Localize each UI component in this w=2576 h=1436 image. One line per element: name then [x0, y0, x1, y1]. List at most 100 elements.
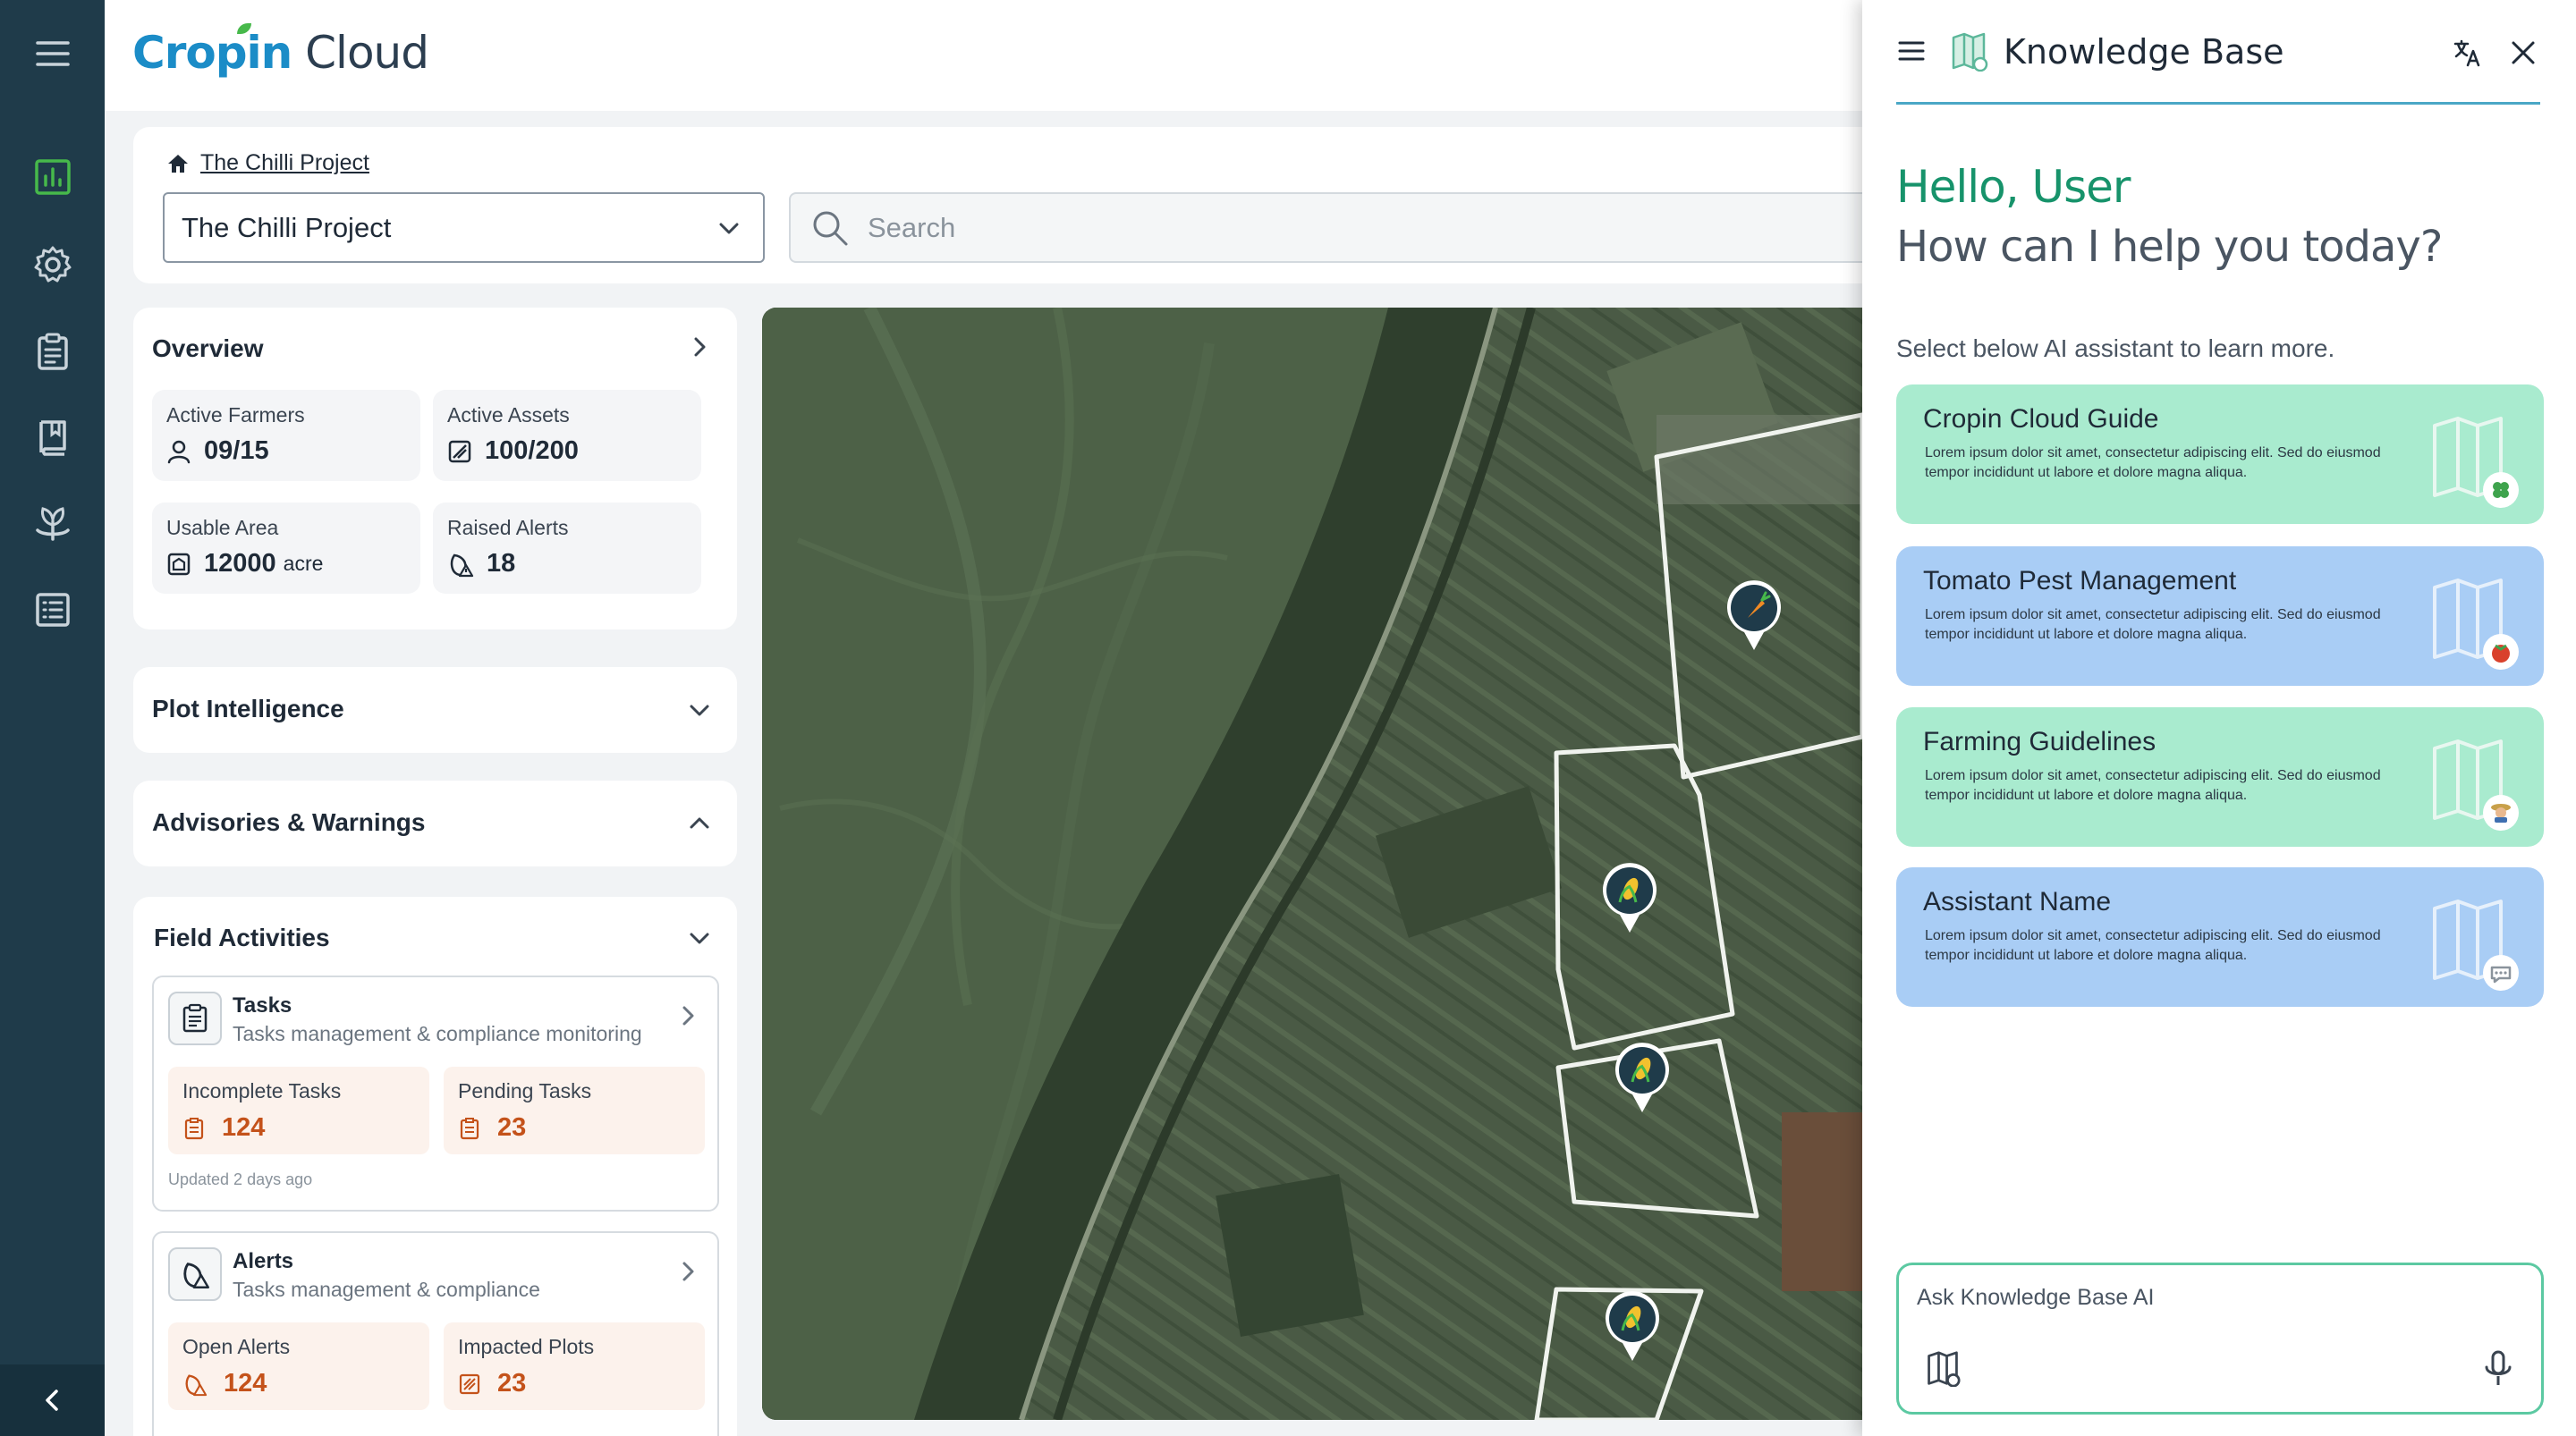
updated-timestamp: Updated 2 days ago: [168, 1170, 313, 1188]
project-select[interactable]: The Chilli Project: [163, 192, 765, 263]
stat-active-assets[interactable]: Active Assets 100/200: [433, 390, 701, 481]
chevron-right-icon: [682, 1262, 694, 1281]
alerts-activity-card[interactable]: Alerts Tasks management & compliance Ope…: [152, 1231, 719, 1436]
kb-close-button[interactable]: [2508, 38, 2538, 68]
nav-knowledge[interactable]: [0, 397, 105, 477]
stat-usable-area[interactable]: Usable Area 12000 acre: [152, 503, 420, 594]
tasks-activity-card[interactable]: Tasks Tasks management & compliance moni…: [152, 976, 719, 1212]
activity-title: Alerts: [233, 1249, 294, 1273]
field-activities-toggle[interactable]: [682, 920, 717, 956]
activity-subtitle: Tasks management & compliance: [233, 1278, 540, 1301]
nav-settings[interactable]: [0, 224, 105, 305]
kb-select-hint: Select below AI assistant to learn more.: [1896, 334, 2335, 362]
metric-value: 23: [497, 1113, 527, 1142]
field-activities-title: Field Activities: [154, 924, 330, 951]
activity-title: Tasks: [233, 993, 292, 1018]
map-marker-corn[interactable]: [1603, 1289, 1662, 1363]
assistant-card-cropin-guide[interactable]: Cropin Cloud Guide Lorem ipsum dolor sit…: [1896, 384, 2544, 524]
assistant-card-farming-guidelines[interactable]: Farming Guidelines Lorem ipsum dolor sit…: [1896, 707, 2544, 847]
project-select-value: The Chilli Project: [182, 211, 392, 243]
stat-value: 18: [487, 549, 516, 578]
metric-incomplete-tasks[interactable]: Incomplete Tasks 124: [168, 1067, 429, 1154]
hamburger-menu-icon: [1898, 41, 1925, 61]
assistant-description: Lorem ipsum dolor sit amet, consectetur …: [1925, 607, 2381, 642]
metric-impacted-plots[interactable]: Impacted Plots 23: [444, 1322, 705, 1410]
kb-source-button[interactable]: [1924, 1351, 1962, 1387]
search-input[interactable]: [868, 211, 1673, 244]
translate-icon: [2453, 39, 2480, 67]
microphone-icon: [2485, 1350, 2512, 1385]
area-icon: [167, 553, 191, 575]
nav-tasks[interactable]: [0, 311, 105, 392]
metric-label: Impacted Plots: [458, 1335, 595, 1358]
search-icon: [813, 211, 848, 245]
stat-raised-alerts[interactable]: Raised Alerts 18: [433, 503, 701, 594]
nav-crops[interactable]: [0, 484, 105, 564]
advisories-title: Advisories & Warnings: [152, 808, 426, 836]
map-marker-corn[interactable]: [1613, 1041, 1672, 1114]
translate-button[interactable]: [2453, 38, 2483, 68]
plot-icon: [459, 1373, 480, 1394]
plot-intelligence-card[interactable]: Plot Intelligence: [133, 667, 737, 753]
assistant-name: Farming Guidelines: [1923, 727, 2157, 756]
assistant-book: [2428, 413, 2521, 511]
stat-label: Active Assets: [447, 403, 570, 427]
search-bar[interactable]: [789, 192, 1862, 263]
metric-open-alerts[interactable]: Open Alerts 124: [168, 1322, 429, 1410]
assistant-card-generic[interactable]: Assistant Name Lorem ipsum dolor sit ame…: [1896, 867, 2544, 1007]
dashboard-chart-icon: [34, 159, 71, 195]
close-icon: [2512, 41, 2535, 64]
stat-label: Usable Area: [166, 516, 279, 539]
kb-greeting: Hello, User: [1896, 161, 2131, 213]
breadcrumb-link[interactable]: The Chilli Project: [200, 150, 369, 176]
stat-unit: acre: [283, 552, 324, 575]
stat-value: 12000: [204, 549, 276, 578]
alerts-open-button[interactable]: [676, 1260, 699, 1283]
plot-intelligence-toggle[interactable]: [682, 692, 717, 728]
metric-value: 23: [497, 1369, 527, 1398]
advisories-toggle[interactable]: [682, 806, 717, 841]
overview-expand-button[interactable]: [682, 329, 717, 365]
alert-leaf-icon: [183, 1263, 209, 1288]
kb-menu-button[interactable]: [1896, 36, 1927, 66]
chat-bubble-icon: [2433, 900, 2519, 991]
book-icon: [38, 420, 66, 456]
overview-title: Overview: [152, 334, 264, 362]
map-marker-carrot[interactable]: [1724, 579, 1784, 652]
stat-value: 100/200: [485, 436, 579, 465]
tasks-icon-box: [168, 992, 222, 1045]
assistant-book: [2428, 575, 2521, 673]
tasks-open-button[interactable]: [676, 1004, 699, 1027]
assistant-card-tomato-pest[interactable]: Tomato Pest Management Lorem ipsum dolor…: [1896, 546, 2544, 686]
list-icon: [35, 593, 70, 627]
stat-value: 09/15: [204, 436, 269, 465]
ask-kb-input-box[interactable]: [1896, 1263, 2544, 1415]
metric-label: Incomplete Tasks: [182, 1079, 342, 1102]
knowledge-base-panel: Knowledge Base Hello, User How can I hel…: [1862, 0, 2576, 1436]
collapse-rail-button[interactable]: [0, 1364, 105, 1436]
stat-active-farmers[interactable]: Active Farmers 09/15: [152, 390, 420, 481]
hamburger-menu-button[interactable]: [0, 13, 105, 94]
chevron-up-icon: [690, 817, 709, 829]
logo-secondary: Cloud: [305, 27, 429, 79]
kb-help-prompt: How can I help you today?: [1896, 222, 2443, 272]
kb-header: Knowledge Base: [1896, 0, 2540, 105]
advisories-card[interactable]: Advisories & Warnings: [133, 781, 737, 866]
breadcrumb[interactable]: The Chilli Project: [166, 150, 369, 176]
alert-leaf-icon: [450, 553, 474, 577]
knowledge-book-icon: [1928, 1351, 1961, 1387]
nav-reports[interactable]: [0, 570, 105, 650]
satellite-map[interactable]: [762, 308, 1862, 1420]
tomato-icon: [2433, 579, 2519, 670]
app-logo[interactable]: Cropin Cloud: [132, 23, 429, 80]
map-marker-corn[interactable]: [1600, 861, 1659, 934]
voice-input-button[interactable]: [2482, 1349, 2514, 1389]
metric-pending-tasks[interactable]: Pending Tasks 23: [444, 1067, 705, 1154]
assistant-description: Lorem ipsum dolor sit amet, consectetur …: [1925, 445, 2381, 480]
assistant-name: Assistant Name: [1923, 887, 2112, 917]
chevron-down-icon: [690, 705, 709, 716]
ask-kb-input[interactable]: [1917, 1285, 2507, 1339]
nav-dashboard[interactable]: [0, 137, 105, 217]
logo-primary: Cropin: [132, 27, 292, 79]
kb-title: Knowledge Base: [2004, 32, 2284, 72]
